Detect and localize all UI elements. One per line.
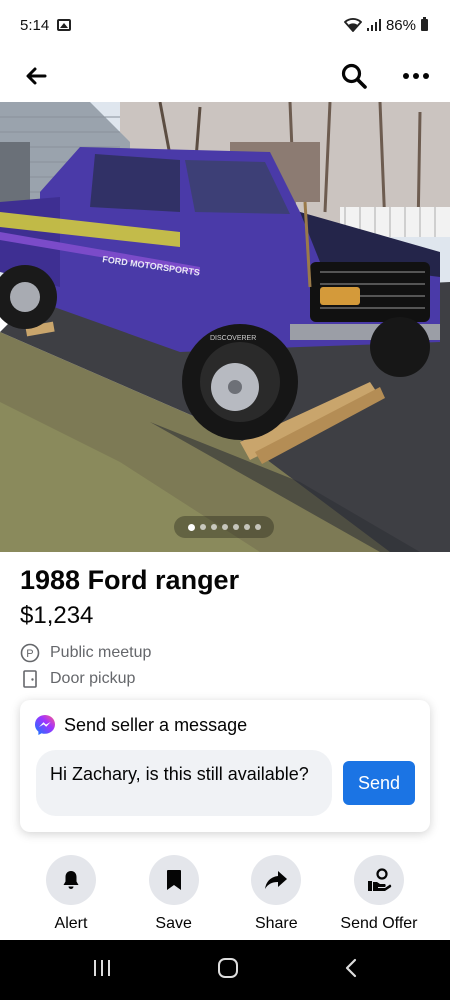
nav-actions <box>338 60 432 92</box>
more-button[interactable] <box>400 60 432 92</box>
alert-button[interactable] <box>46 855 96 905</box>
message-header-label: Send seller a message <box>64 714 248 735</box>
listing-price: $1,234 <box>20 602 94 629</box>
message-card: Send seller a message Hi Zachary, is thi… <box>20 700 430 832</box>
recents-icon <box>94 959 111 976</box>
message-input[interactable]: Hi Zachary, is this still available? <box>36 750 332 816</box>
pickup-row: Door pickup <box>20 669 135 689</box>
send-offer-label: Send Offer <box>340 915 418 932</box>
listing-photo[interactable]: FORD MOTORSPORTS DISCOVERER <box>0 102 450 552</box>
alert-label: Alert <box>54 915 88 932</box>
message-header: Send seller a message <box>34 714 247 736</box>
send-offer-button[interactable] <box>353 855 404 905</box>
wifi-icon <box>343 18 362 32</box>
offer-hand-icon <box>367 868 392 891</box>
battery-icon <box>421 17 428 31</box>
arrow-left-icon <box>26 67 47 85</box>
tire-text: DISCOVERER <box>210 335 256 342</box>
bookmark-icon <box>166 870 181 890</box>
share-button[interactable] <box>251 855 302 905</box>
parking-icon: P <box>20 643 40 663</box>
svg-text:P: P <box>26 648 33 660</box>
status-right: 86% <box>343 16 428 34</box>
share-label: Share <box>254 915 298 932</box>
status-bar: 5:14 86% <box>0 0 450 50</box>
bell-icon <box>63 871 79 889</box>
listing-title: 1988 Ford ranger <box>20 565 240 595</box>
truck-photo: FORD MOTORSPORTS DISCOVERER <box>0 102 450 552</box>
carousel-dot[interactable] <box>187 523 195 531</box>
system-nav-bar <box>0 940 450 1000</box>
pickup-label: Door pickup <box>50 670 136 687</box>
home-icon <box>217 957 238 978</box>
messenger-icon <box>35 715 55 735</box>
send-offer-action[interactable]: Send Offer <box>328 855 430 933</box>
battery-percent: 86% <box>385 16 416 34</box>
status-left: 5:14 <box>20 16 72 34</box>
door-icon <box>20 669 40 689</box>
meetup-row: P Public meetup <box>20 643 151 663</box>
carousel-dot[interactable] <box>210 524 217 530</box>
carousel-dot[interactable] <box>199 524 206 530</box>
carousel-dot[interactable] <box>221 524 228 530</box>
save-action[interactable]: Save <box>123 855 225 933</box>
top-nav <box>0 50 450 102</box>
search-icon <box>341 63 367 89</box>
carousel-dot[interactable] <box>243 524 250 530</box>
home-button[interactable] <box>217 957 239 984</box>
more-horizontal-icon <box>403 73 429 79</box>
carousel-indicator[interactable] <box>174 516 274 538</box>
search-button[interactable] <box>338 60 370 92</box>
gallery-notification-icon <box>57 19 72 31</box>
clock: 5:14 <box>20 16 50 34</box>
share-arrow-icon <box>265 871 288 889</box>
save-label: Save <box>155 915 192 932</box>
signal-icon <box>366 19 381 31</box>
meetup-label: Public meetup <box>50 644 152 661</box>
alert-action[interactable]: Alert <box>20 855 122 933</box>
recents-button[interactable] <box>92 959 112 982</box>
send-button[interactable]: Send <box>343 761 415 805</box>
chevron-left-icon <box>345 958 356 977</box>
back-system-button[interactable] <box>344 958 358 983</box>
carousel-dot[interactable] <box>232 524 239 530</box>
back-button[interactable] <box>20 60 52 92</box>
carousel-dot[interactable] <box>254 524 261 530</box>
save-button[interactable] <box>148 855 199 905</box>
action-bar: Alert Save Share Send Offer <box>20 855 430 933</box>
share-action[interactable]: Share <box>225 855 327 933</box>
